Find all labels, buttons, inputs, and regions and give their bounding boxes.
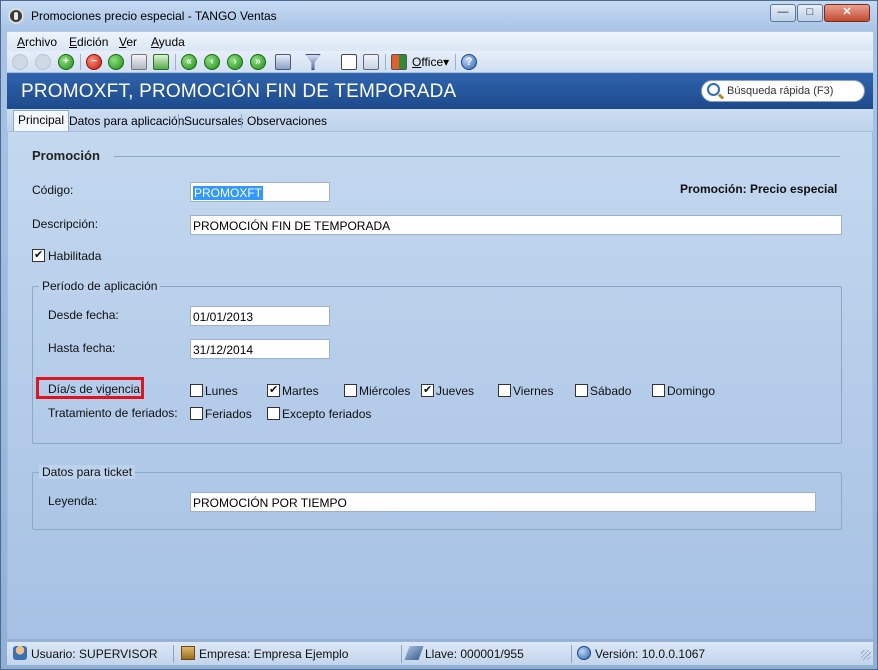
search-placeholder: Búsqueda rápida (F3) bbox=[727, 85, 834, 97]
codigo-field[interactable]: PROMOXFT bbox=[190, 182, 330, 202]
habilitada-label: Habilitada bbox=[48, 249, 102, 263]
dia-martes-checkbox[interactable] bbox=[267, 383, 280, 397]
status-usuario: Usuario: SUPERVISOR bbox=[31, 647, 158, 661]
dia-miercoles-checkbox[interactable] bbox=[344, 384, 357, 397]
tab-principal[interactable]: Principal bbox=[13, 110, 70, 131]
dia-sabado-checkbox[interactable] bbox=[575, 384, 588, 397]
hasta-fecha-label: Hasta fecha: bbox=[48, 341, 116, 355]
refresh-icon[interactable] bbox=[153, 54, 169, 70]
dia-martes-label: Martes bbox=[282, 384, 319, 398]
key-icon bbox=[404, 646, 424, 660]
office-menu-button[interactable]: Office▾ bbox=[412, 55, 449, 69]
status-version: Versión: 10.0.0.1067 bbox=[595, 647, 706, 661]
edit-icon[interactable] bbox=[108, 54, 124, 70]
tab-separator bbox=[241, 114, 242, 128]
tab-datos-aplicacion[interactable]: Datos para aplicación bbox=[65, 112, 188, 130]
codigo-label: Código: bbox=[32, 183, 74, 197]
descripcion-field[interactable]: PROMOCIÓN FIN DE TEMPORADA bbox=[190, 215, 842, 235]
feriados-checkbox[interactable] bbox=[190, 407, 203, 420]
sort-az-icon[interactable] bbox=[363, 54, 379, 70]
maximize-button[interactable]: □ bbox=[797, 4, 823, 22]
menu-ayuda[interactable]: Ayuda bbox=[151, 35, 185, 49]
status-separator bbox=[173, 645, 174, 663]
next-record-icon[interactable]: › bbox=[227, 54, 243, 70]
dia-miercoles-label: Miércoles bbox=[359, 384, 411, 398]
dia-lunes-label: Lunes bbox=[205, 384, 238, 398]
close-button[interactable]: ✕ bbox=[824, 4, 870, 22]
toolbar-separator bbox=[455, 54, 456, 70]
highlight-annotation bbox=[36, 377, 144, 399]
filter-icon[interactable] bbox=[305, 54, 321, 70]
confirm-icon[interactable] bbox=[12, 54, 28, 70]
record-title: PROMOXFT, PROMOCIÓN FIN DE TEMPORADA bbox=[21, 81, 457, 102]
title-bar: Promociones precio especial - TANGO Vent… bbox=[1, 1, 877, 31]
last-record-icon[interactable]: » bbox=[250, 54, 266, 70]
menu-ver[interactable]: Ver bbox=[119, 35, 137, 49]
app-window: Promociones precio especial - TANGO Vent… bbox=[0, 0, 878, 670]
menu-archivo[interactable]: Archivo bbox=[17, 35, 57, 49]
columns-icon[interactable] bbox=[341, 54, 357, 70]
dia-domingo-label: Domingo bbox=[667, 384, 716, 398]
dia-lunes-checkbox[interactable] bbox=[190, 384, 203, 397]
tab-strip: Principal Datos para aplicación Sucursal… bbox=[7, 109, 873, 131]
toolbar-separator bbox=[80, 54, 81, 70]
hasta-fecha-field[interactable]: 31/12/2014 bbox=[190, 339, 330, 359]
status-bar: Usuario: SUPERVISOR Empresa: Empresa Eje… bbox=[7, 641, 873, 665]
desde-fecha-label: Desde fecha: bbox=[48, 308, 119, 322]
leyenda-label: Leyenda: bbox=[48, 494, 98, 508]
tango-app-icon[interactable] bbox=[8, 8, 24, 24]
office-icon[interactable] bbox=[391, 54, 407, 70]
excepto-feriados-label: Excepto feriados bbox=[282, 407, 372, 421]
feriados-label: Feriados bbox=[205, 407, 252, 421]
dia-jueves-label: Jueves bbox=[436, 384, 475, 398]
help-icon[interactable]: ? bbox=[461, 54, 477, 70]
menu-edicion[interactable]: Edición bbox=[69, 35, 108, 49]
menu-bar: Archivo Edición Ver Ayuda bbox=[7, 31, 873, 51]
toolbar-separator bbox=[385, 54, 386, 70]
leyenda-field[interactable]: PROMOCIÓN POR TIEMPO bbox=[190, 492, 816, 512]
tratamiento-feriados-label: Tratamiento de feriados: bbox=[48, 406, 178, 420]
toolbar-separator bbox=[175, 54, 176, 70]
promo-type-label: Promoción: Precio especial bbox=[680, 182, 838, 196]
previous-record-icon[interactable]: ‹ bbox=[204, 54, 220, 70]
tab-separator bbox=[178, 114, 179, 128]
dia-jueves-checkbox[interactable] bbox=[421, 383, 434, 397]
search-icon bbox=[707, 83, 720, 96]
info-icon bbox=[577, 646, 591, 660]
company-icon bbox=[181, 646, 195, 660]
record-header: PROMOXFT, PROMOCIÓN FIN DE TEMPORADA Bús… bbox=[7, 73, 873, 109]
user-icon bbox=[13, 646, 27, 660]
tab-sucursales[interactable]: Sucursales bbox=[180, 112, 247, 130]
status-separator bbox=[401, 645, 402, 663]
principal-panel: Promoción Código: PROMOXFT Promoción: Pr… bbox=[7, 131, 873, 639]
dia-viernes-checkbox[interactable] bbox=[498, 384, 511, 397]
dia-sabado-label: Sábado bbox=[590, 384, 632, 398]
add-icon[interactable]: + bbox=[58, 54, 74, 70]
print-icon[interactable] bbox=[131, 54, 147, 70]
descripcion-label: Descripción: bbox=[32, 217, 99, 231]
habilitada-checkbox[interactable] bbox=[32, 248, 45, 262]
window-title: Promociones precio especial - TANGO Vent… bbox=[31, 9, 277, 23]
binoculars-icon[interactable] bbox=[275, 54, 291, 70]
section-title: Promoción bbox=[32, 148, 100, 163]
quick-search-box[interactable]: Búsqueda rápida (F3) bbox=[701, 80, 865, 102]
minimize-button[interactable]: — bbox=[770, 4, 796, 22]
first-record-icon[interactable]: « bbox=[181, 54, 197, 70]
cancel-icon[interactable] bbox=[35, 54, 51, 70]
tab-observaciones[interactable]: Observaciones bbox=[243, 112, 331, 130]
dia-domingo-checkbox[interactable] bbox=[652, 384, 665, 397]
excepto-feriados-checkbox[interactable] bbox=[267, 407, 280, 420]
status-separator bbox=[571, 645, 572, 663]
dia-viernes-label: Viernes bbox=[513, 384, 554, 398]
ticket-group-title: Datos para ticket bbox=[39, 465, 136, 479]
delete-icon[interactable]: − bbox=[86, 54, 102, 70]
periodo-group-title: Período de aplicación bbox=[39, 279, 161, 293]
status-empresa: Empresa: Empresa Ejemplo bbox=[199, 647, 349, 661]
desde-fecha-field[interactable]: 01/01/2013 bbox=[190, 306, 330, 326]
toolbar: + − « ‹ › » Office▾ ? bbox=[7, 51, 873, 73]
resize-grip-icon[interactable] bbox=[861, 650, 871, 660]
section-divider bbox=[114, 156, 840, 157]
status-llave: Llave: 000001/955 bbox=[425, 647, 524, 661]
periodo-group: Período de aplicación bbox=[32, 279, 842, 444]
